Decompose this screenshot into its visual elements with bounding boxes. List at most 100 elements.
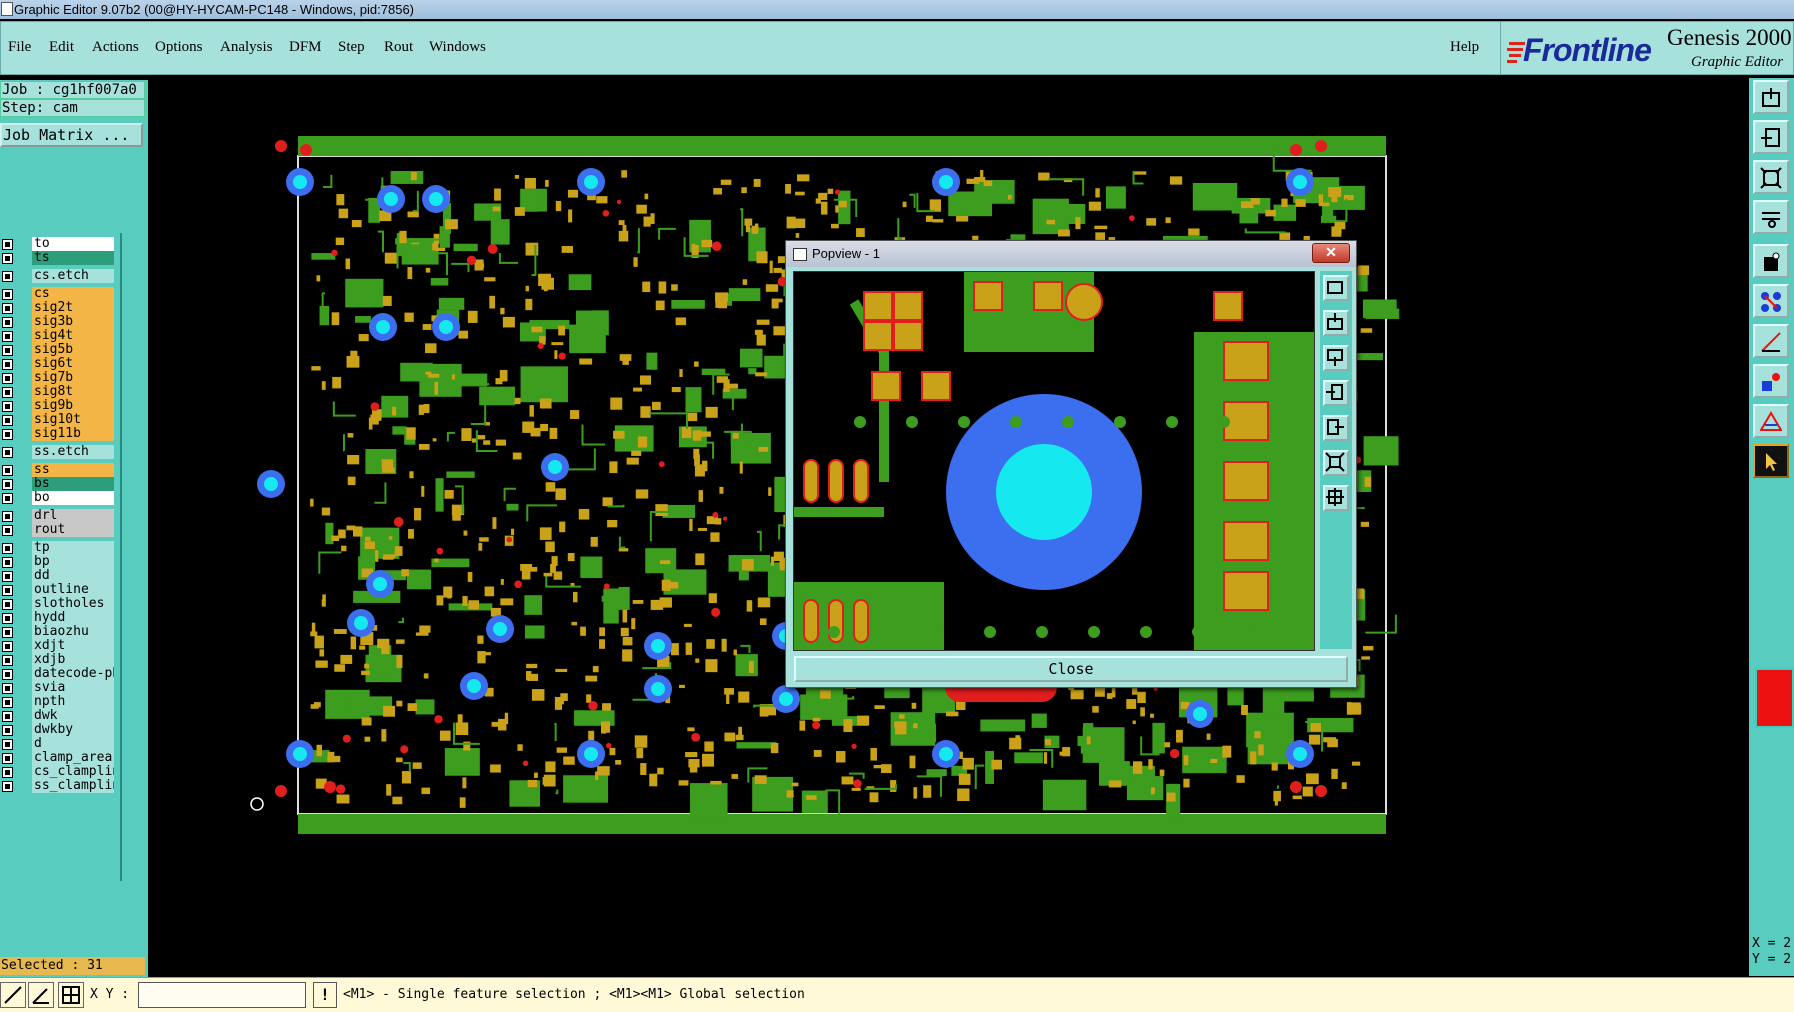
layer-checkbox[interactable]	[2, 253, 13, 264]
layer-name[interactable]: npth	[32, 695, 114, 709]
layer-row[interactable]: bo	[0, 491, 118, 506]
layer-row[interactable]: npth	[0, 695, 118, 710]
layer-name[interactable]: d	[32, 737, 114, 751]
layer-name[interactable]: outline	[32, 583, 114, 597]
tool-pointer[interactable]	[1753, 444, 1789, 478]
layer-checkbox[interactable]	[2, 669, 13, 680]
layer-row[interactable]: cs.etch	[0, 269, 118, 284]
layer-checkbox[interactable]	[2, 271, 13, 282]
layer-checkbox[interactable]	[2, 317, 13, 328]
layer-checkbox[interactable]	[2, 525, 13, 536]
layer-row[interactable]: dd	[0, 569, 118, 584]
popview-close-button[interactable]: Close	[794, 656, 1348, 682]
info-button[interactable]: !	[313, 982, 337, 1008]
layer-row[interactable]: ss.etch	[0, 445, 118, 460]
layer-name[interactable]: dwk	[32, 709, 114, 723]
layer-name[interactable]: rout	[32, 523, 114, 537]
menu-windows[interactable]: Windows	[429, 39, 486, 56]
layer-row[interactable]: xdjt	[0, 639, 118, 654]
tool-select[interactable]	[1753, 244, 1789, 278]
layer-row[interactable]: bp	[0, 555, 118, 570]
layer-checkbox[interactable]	[2, 613, 13, 624]
job-matrix-button[interactable]: Job Matrix ...	[0, 123, 143, 147]
layer-row[interactable]: cs_clampline	[0, 765, 118, 780]
tool-measure[interactable]	[1753, 324, 1789, 358]
layer-name[interactable]: slotholes	[32, 597, 114, 611]
menu-step[interactable]: Step	[338, 39, 365, 56]
popview-up-button[interactable]	[1323, 310, 1349, 336]
layer-name[interactable]: sig2t	[32, 301, 114, 315]
layer-name[interactable]: sig6t	[32, 357, 114, 371]
layer-checkbox[interactable]	[2, 289, 13, 300]
layer-checkbox[interactable]	[2, 697, 13, 708]
popview-zoom-in-button[interactable]	[1323, 485, 1349, 511]
layer-name[interactable]: xdjb	[32, 653, 114, 667]
layer-name[interactable]: cs.etch	[32, 269, 114, 283]
layer-checkbox[interactable]	[2, 511, 13, 522]
layer-name[interactable]: bo	[32, 491, 114, 505]
layer-name[interactable]: sig3b	[32, 315, 114, 329]
popview-zoom-view[interactable]	[794, 272, 1314, 650]
layer-row[interactable]: sig8t	[0, 385, 118, 400]
angle-tool-button[interactable]	[28, 982, 54, 1008]
layer-checkbox[interactable]	[2, 739, 13, 750]
tool-zoom-in[interactable]	[1753, 120, 1789, 154]
layer-row[interactable]: sig6t	[0, 357, 118, 372]
popview-right-button[interactable]	[1323, 415, 1349, 441]
layer-checkbox[interactable]	[2, 599, 13, 610]
layer-name[interactable]: dd	[32, 569, 114, 583]
layer-row[interactable]: biaozhu	[0, 625, 118, 640]
layer-row[interactable]: tp	[0, 541, 118, 556]
layer-row[interactable]: clamp_area	[0, 751, 118, 766]
layer-checkbox[interactable]	[2, 655, 13, 666]
layer-checkbox[interactable]	[2, 373, 13, 384]
layer-row[interactable]: dwk	[0, 709, 118, 724]
layer-row[interactable]: outline	[0, 583, 118, 598]
tool-warning[interactable]	[1753, 404, 1789, 438]
layer-checkbox[interactable]	[2, 401, 13, 412]
grid-tool-button[interactable]	[58, 982, 84, 1008]
layer-row[interactable]: d	[0, 737, 118, 752]
layer-checkbox[interactable]	[2, 627, 13, 638]
layer-checkbox[interactable]	[2, 345, 13, 356]
layer-checkbox[interactable]	[2, 429, 13, 440]
layer-row[interactable]: svia	[0, 681, 118, 696]
layer-name[interactable]: sig8t	[32, 385, 114, 399]
layer-checkbox[interactable]	[2, 465, 13, 476]
popview-close-x-button[interactable]: ✕	[1312, 243, 1350, 263]
layer-checkbox[interactable]	[2, 239, 13, 250]
layer-checkbox[interactable]	[2, 557, 13, 568]
layer-row[interactable]: cs	[0, 287, 118, 302]
layer-checkbox[interactable]	[2, 447, 13, 458]
layer-row[interactable]: to	[0, 237, 118, 252]
layer-name[interactable]: cs	[32, 287, 114, 301]
popview-image[interactable]	[793, 271, 1315, 651]
layer-checkbox[interactable]	[2, 359, 13, 370]
menu-actions[interactable]: Actions	[92, 39, 139, 56]
layer-name[interactable]: tp	[32, 541, 114, 555]
layer-name[interactable]: dwkby	[32, 723, 114, 737]
layer-checkbox[interactable]	[2, 571, 13, 582]
menu-options[interactable]: Options	[155, 39, 203, 56]
layer-row[interactable]: xdjb	[0, 653, 118, 668]
layer-row[interactable]: sig9b	[0, 399, 118, 414]
tool-fit[interactable]	[1753, 160, 1789, 194]
layer-checkbox[interactable]	[2, 331, 13, 342]
popview-zoom-out-button[interactable]	[1323, 450, 1349, 476]
tool-pads[interactable]	[1753, 364, 1789, 398]
layer-name[interactable]: svia	[32, 681, 114, 695]
layer-row[interactable]: ts	[0, 251, 118, 266]
layer-name[interactable]: sig9b	[32, 399, 114, 413]
layer-name[interactable]: ss.etch	[32, 445, 114, 459]
layer-row[interactable]: ss	[0, 463, 118, 478]
popview-titlebar[interactable]: Popview - 1 ✕	[786, 241, 1356, 267]
xy-input[interactable]	[138, 982, 306, 1008]
layer-checkbox[interactable]	[2, 781, 13, 792]
layer-checkbox[interactable]	[2, 387, 13, 398]
layer-name[interactable]: cs_clampline	[32, 765, 114, 779]
layer-name[interactable]: ss	[32, 463, 114, 477]
layer-name[interactable]: to	[32, 237, 114, 251]
layer-row[interactable]: datecode-pbe	[0, 667, 118, 682]
layer-checkbox[interactable]	[2, 479, 13, 490]
layer-name[interactable]: biaozhu	[32, 625, 114, 639]
